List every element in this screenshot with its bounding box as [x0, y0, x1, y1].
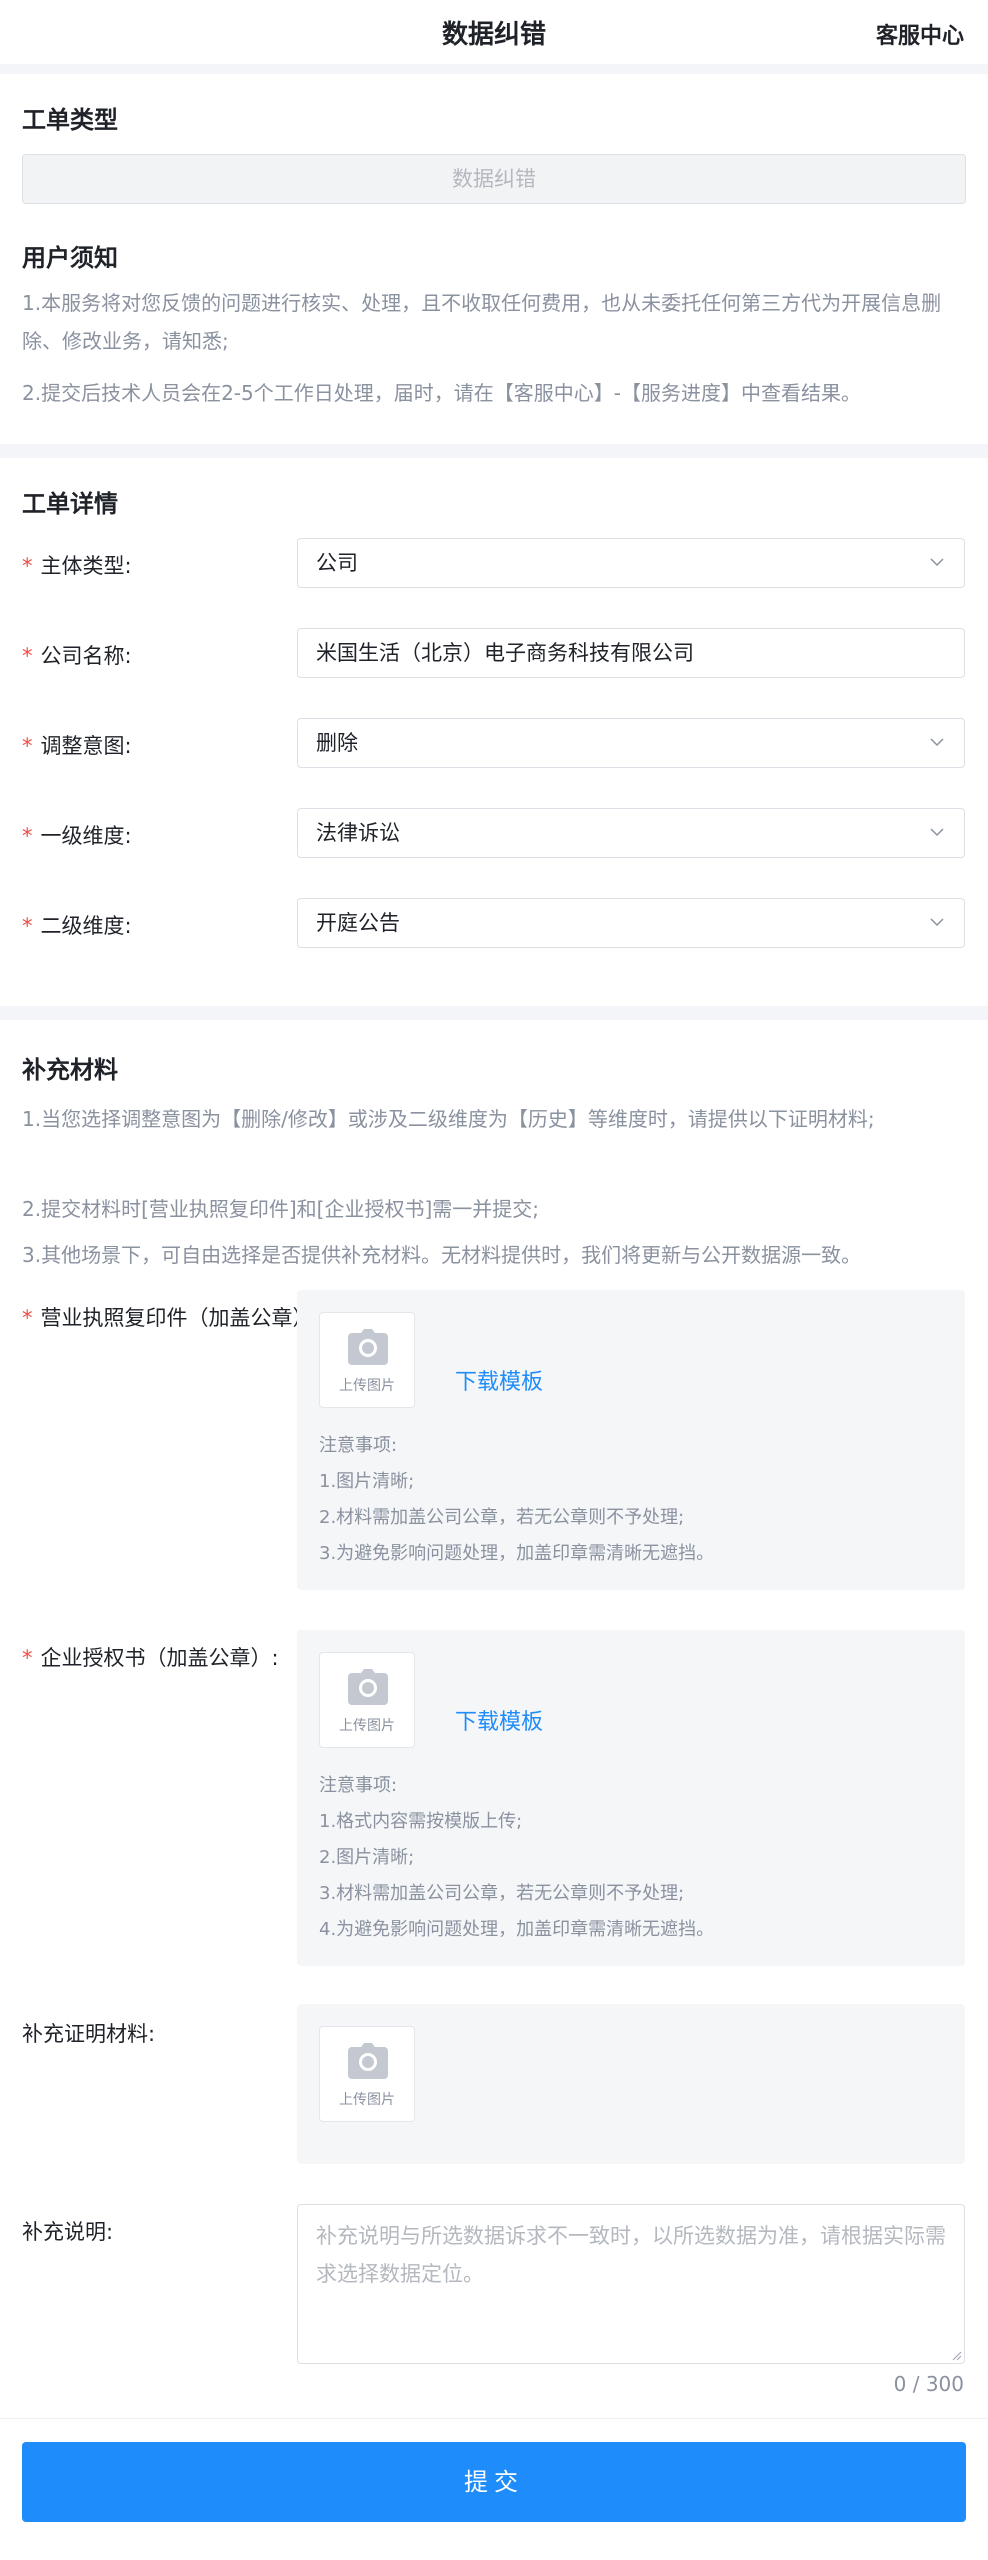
company-name-label-text: 公司名称:: [40, 644, 132, 668]
details-title: 工单详情: [22, 490, 118, 518]
company-name-label: * 公司名称:: [22, 644, 132, 668]
authorization-upload-panel: 上传图片 下载模板 注意事项: 1.格式内容需按模版上传; 2.图片清晰; 3.…: [297, 1630, 965, 1966]
tip-line: 4.为避免影响问题处理，加盖印章需清晰无遮挡。: [319, 1919, 715, 1940]
ticket-type-title: 工单类型: [22, 106, 118, 134]
chevron-down-icon: [930, 918, 944, 927]
adjust-intent-select[interactable]: 删除: [297, 718, 965, 768]
tip-line: 注意事项:: [319, 1435, 398, 1456]
chevron-down-icon: [930, 558, 944, 567]
notice-paragraph-1: 1.本服务将对您反馈的问题进行核实、处理，且不收取任何费用，也从未委托任何第三方…: [22, 291, 942, 353]
tip-line: 注意事项:: [319, 1775, 398, 1796]
tip-line: 2.材料需加盖公司公章，若无公章则不予处理;: [319, 1507, 685, 1528]
tip-line: 1.格式内容需按模版上传;: [319, 1811, 523, 1832]
upload-label: 上传图片: [339, 1378, 395, 1394]
subject-type-select[interactable]: 公司: [297, 538, 965, 588]
level2-dimension-label-text: 二级维度:: [40, 914, 132, 938]
materials-card: 补充材料 1.当您选择调整意图为【删除/修改】或涉及二级维度为【历史】等维度时，…: [0, 1020, 988, 2560]
level1-dimension-value: 法律诉讼: [316, 821, 400, 845]
remark-label: 补充说明:: [22, 2220, 114, 2244]
tip-line: 2.图片清晰;: [319, 1847, 415, 1868]
chevron-down-icon: [930, 828, 944, 837]
ticket-type-card: 工单类型 数据纠错 用户须知 1.本服务将对您反馈的问题进行核实、处理，且不收取…: [0, 74, 988, 444]
subject-type-label-text: 主体类型:: [40, 554, 132, 578]
extra-proof-upload-panel: 上传图片: [297, 2004, 965, 2164]
license-tips: 注意事项: 1.图片清晰; 2.材料需加盖公司公章，若无公章则不予处理; 3.为…: [319, 1428, 714, 1572]
upload-label: 上传图片: [339, 2092, 395, 2108]
remark-placeholder: 补充说明与所选数据诉求不一致时，以所选数据为准，请根据实际需求选择数据定位。: [316, 2224, 946, 2286]
level2-dimension-select[interactable]: 开庭公告: [297, 898, 965, 948]
notice-title: 用户须知: [22, 244, 118, 272]
authorization-download-template-link[interactable]: 下载模板: [455, 1704, 543, 1736]
company-name-input[interactable]: 米国生活（北京）电子商务科技有限公司: [297, 628, 965, 678]
authorization-upload-button[interactable]: 上传图片: [319, 1652, 415, 1748]
top-bar: 数据纠错 客服中心: [0, 0, 988, 64]
adjust-intent-label-text: 调整意图:: [40, 734, 132, 758]
camera-icon: [348, 2043, 388, 2079]
license-upload-button[interactable]: 上传图片: [319, 1312, 415, 1408]
adjust-intent-label: * 调整意图:: [22, 734, 132, 758]
divider: [0, 2418, 988, 2419]
extra-proof-label: 补充证明材料:: [22, 2022, 156, 2046]
camera-icon: [348, 1669, 388, 1705]
extra-proof-upload-button[interactable]: 上传图片: [319, 2026, 415, 2122]
ticket-type-field: 数据纠错: [22, 154, 966, 204]
subject-type-label: * 主体类型:: [22, 554, 132, 578]
authorization-tips: 注意事项: 1.格式内容需按模版上传; 2.图片清晰; 3.材料需加盖公司公章，…: [319, 1768, 714, 1948]
tip-line: 1.图片清晰;: [319, 1471, 415, 1492]
level2-dimension-label: * 二级维度:: [22, 914, 132, 938]
authorization-label-text: 企业授权书（加盖公章）:: [40, 1646, 279, 1670]
subject-type-value: 公司: [316, 551, 358, 575]
chevron-down-icon: [930, 738, 944, 747]
materials-paragraph-1: 1.当您选择调整意图为【删除/修改】或涉及二级维度为【历史】等维度时，请提供以下…: [22, 1107, 875, 1131]
materials-paragraph-2: 2.提交材料时[营业执照复印件]和[企业授权书]需一并提交;: [22, 1197, 540, 1221]
license-upload-panel: 上传图片 下载模板 注意事项: 1.图片清晰; 2.材料需加盖公司公章，若无公章…: [297, 1290, 965, 1590]
page: 数据纠错 客服中心 工单类型 数据纠错 用户须知 1.本服务将对您反馈的问题进行…: [0, 0, 988, 2560]
ticket-details-card: 工单详情 * 主体类型: 公司 * 公司名称: 米国生活（北京）电子商务科技有限公司…: [0, 458, 988, 1006]
license-label: * 营业执照复印件（加盖公章）:: [22, 1302, 297, 1332]
level1-dimension-label: * 一级维度:: [22, 824, 132, 848]
notice-paragraph-2: 2.提交后技术人员会在2-5个工作日处理，届时，请在【客服中心】-【服务进度】中…: [22, 381, 861, 405]
tip-line: 3.为避免影响问题处理，加盖印章需清晰无遮挡。: [319, 1543, 715, 1564]
page-title: 数据纠错: [441, 20, 546, 50]
license-download-template-link[interactable]: 下载模板: [455, 1364, 543, 1396]
authorization-label: * 企业授权书（加盖公章）:: [22, 1646, 279, 1670]
level1-dimension-label-text: 一级维度:: [40, 824, 132, 848]
license-label-text: 营业执照复印件（加盖公章）:: [40, 1306, 298, 1330]
level2-dimension-value: 开庭公告: [316, 911, 400, 935]
camera-icon: [348, 1329, 388, 1365]
resize-handle-icon[interactable]: [950, 2349, 962, 2361]
adjust-intent-value: 删除: [316, 731, 358, 755]
level1-dimension-select[interactable]: 法律诉讼: [297, 808, 965, 858]
materials-paragraph-3: 3.其他场景下，可自由选择是否提供补充材料。无材料提供时，我们将更新与公开数据源…: [22, 1243, 862, 1267]
upload-label: 上传图片: [339, 1718, 395, 1734]
customer-service-link[interactable]: 客服中心: [876, 18, 964, 50]
remark-char-counter: 0 / 300: [893, 2372, 964, 2396]
remark-textarea[interactable]: 补充说明与所选数据诉求不一致时，以所选数据为准，请根据实际需求选择数据定位。: [297, 2204, 965, 2364]
materials-title: 补充材料: [22, 1056, 118, 1084]
tip-line: 3.材料需加盖公司公章，若无公章则不予处理;: [319, 1883, 685, 1904]
submit-button[interactable]: 提交: [22, 2442, 966, 2522]
